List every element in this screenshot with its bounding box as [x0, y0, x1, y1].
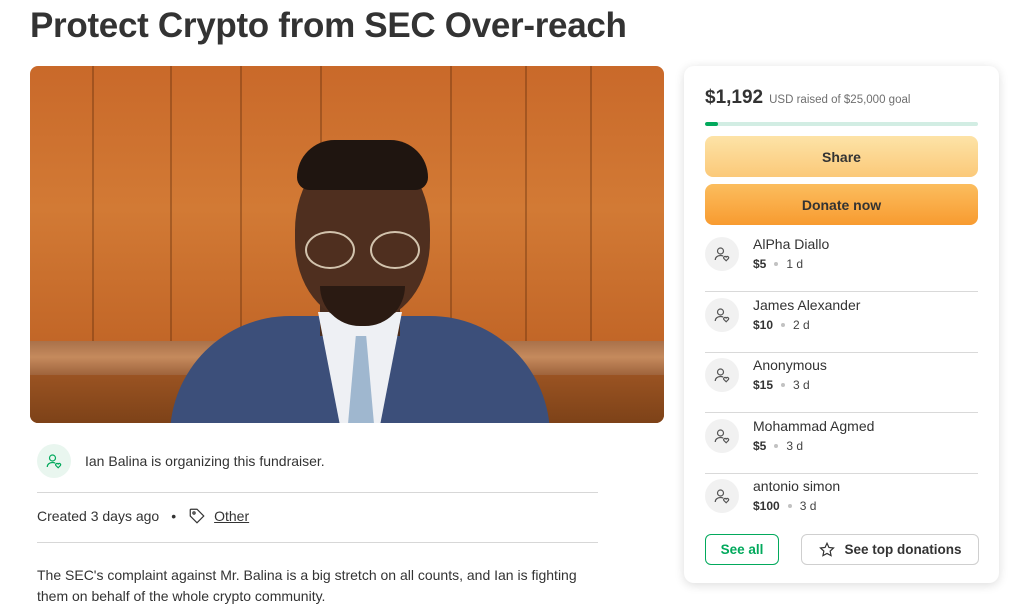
- see-all-button[interactable]: See all: [705, 534, 779, 565]
- divider: [37, 492, 598, 493]
- donation-item: Mohammad Agmed $5 3 d: [705, 414, 978, 474]
- donation-details: $5 1 d: [753, 257, 803, 271]
- donation-item: Anonymous $15 3 d: [705, 353, 978, 414]
- share-button[interactable]: Share: [705, 136, 978, 177]
- donation-time: 3 d: [799, 499, 817, 514]
- user-heart-icon: [705, 237, 739, 271]
- star-icon: [818, 541, 836, 559]
- user-heart-icon: [705, 358, 739, 393]
- donor-name: Mohammad Agmed: [753, 417, 875, 434]
- created-date: Created 3 days ago: [37, 508, 160, 524]
- donor-name: AlPha Diallo: [753, 236, 830, 252]
- user-heart-icon: [705, 297, 739, 332]
- separator-dot: [774, 262, 779, 266]
- donation-details: $100 3 d: [753, 499, 816, 513]
- donation-amount: $15: [753, 378, 774, 393]
- progress-fill: [705, 122, 719, 126]
- donation-details: $10 2 d: [753, 318, 810, 332]
- donation-time: 3 d: [786, 438, 804, 453]
- donor-name: antonio simon: [753, 478, 841, 495]
- donation-amount: $100: [753, 499, 780, 514]
- campaign-description: The SEC's complaint against Mr. Balina i…: [37, 567, 577, 604]
- donation-time: 2 d: [793, 317, 810, 332]
- divider: [37, 542, 598, 543]
- donation-item: antonio simon $100 3 d: [705, 474, 978, 534]
- donation-time: 1 d: [786, 257, 804, 271]
- raised-amount: $1,192: [705, 87, 764, 108]
- separator-dot: [774, 443, 779, 448]
- separator-dot: [787, 504, 792, 509]
- user-heart-icon: [705, 418, 739, 453]
- separator-dot: [781, 383, 786, 388]
- see-top-donations-label: See top donations: [844, 542, 962, 557]
- donate-button[interactable]: Donate now: [705, 184, 978, 225]
- donation-time: 3 d: [793, 378, 810, 393]
- donation-details: $15 3 d: [753, 378, 810, 392]
- separator-dot: [781, 322, 786, 327]
- campaign-meta: Created 3 days ago • Other: [37, 507, 249, 525]
- donation-amount: $5: [753, 438, 767, 453]
- donation-item: AlPha Diallo $5 1 d: [705, 232, 978, 292]
- organizer-text: Ian Balina is organizing this fundraiser…: [85, 453, 325, 469]
- donor-name: James Alexander: [753, 296, 861, 313]
- donation-card: $1,192 USD raised of $25,000 goal Share …: [684, 66, 999, 583]
- campaign-photo[interactable]: [30, 66, 664, 423]
- donation-amount: $10: [753, 317, 774, 332]
- donation-item: James Alexander $10 2 d: [705, 293, 978, 353]
- category-link[interactable]: Other: [214, 508, 249, 524]
- meta-separator: •: [171, 508, 177, 524]
- see-top-donations-button[interactable]: See top donations: [801, 534, 979, 565]
- user-heart-icon: [37, 444, 71, 478]
- goal-text: USD raised of $25,000 goal: [769, 94, 911, 106]
- page-title: Protect Crypto from SEC Over-reach: [30, 6, 627, 45]
- raised-summary: $1,192 USD raised of $25,000 goal: [705, 87, 910, 109]
- donation-details: $5 3 d: [753, 439, 803, 453]
- user-heart-icon: [705, 479, 739, 514]
- organizer-row: Ian Balina is organizing this fundraiser…: [37, 444, 325, 478]
- donor-name: Anonymous: [753, 357, 827, 374]
- donation-amount: $5: [753, 257, 767, 271]
- tag-icon: [188, 507, 206, 525]
- progress-bar: [705, 122, 978, 126]
